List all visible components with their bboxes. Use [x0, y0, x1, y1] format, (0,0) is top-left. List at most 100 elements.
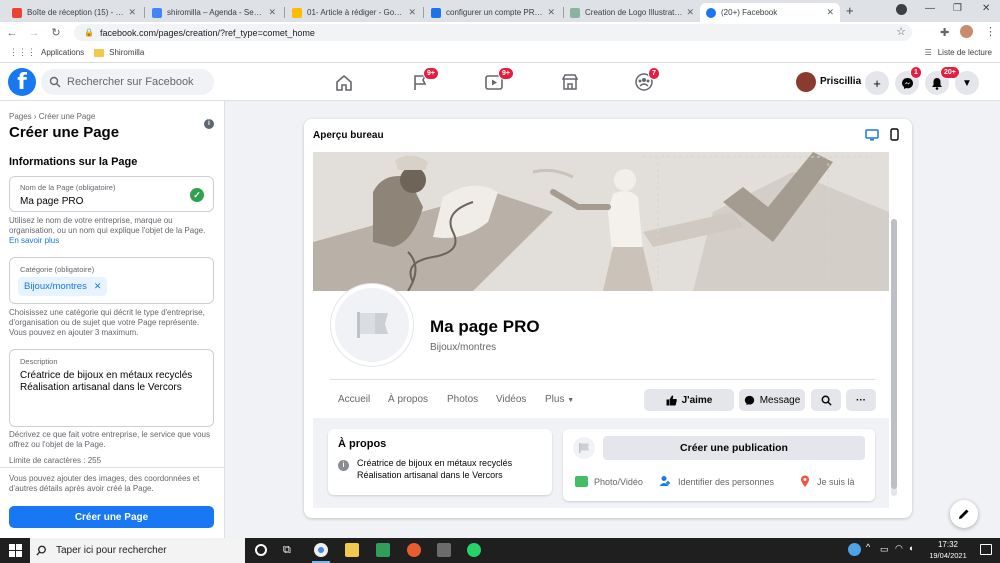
mobile-view-icon[interactable] [890, 128, 899, 144]
facebook-search-input[interactable]: Rechercher sur Facebook [41, 69, 214, 95]
restore-button[interactable]: ❐ [953, 3, 962, 14]
reload-icon[interactable]: ↻ [48, 26, 64, 39]
cortana-icon[interactable] [255, 544, 267, 556]
tag-people-button[interactable]: Identifier des personnes [678, 477, 774, 487]
groups-badge: 7 [648, 67, 660, 80]
description-field[interactable]: Description Créatrice de bijoux en métau… [9, 349, 214, 427]
minimize-button[interactable]: — [925, 3, 935, 14]
forward-icon[interactable]: → [26, 27, 42, 39]
check-in-icon [800, 475, 810, 491]
page-title: Créer une Page [9, 124, 120, 141]
create-post-button[interactable]: Créer une publication [603, 436, 865, 460]
section-title: Informations sur la Page [9, 156, 138, 168]
tab-title: 01- Article à rédiger - Google [307, 8, 405, 17]
whatsapp-icon[interactable] [467, 543, 481, 557]
tab-home[interactable]: Accueil [338, 394, 370, 405]
page-name-value: Ma page PRO [20, 196, 84, 207]
apps-icon: ⋮⋮⋮ [9, 47, 36, 57]
photos-icon[interactable] [437, 543, 451, 557]
check-in-button[interactable]: Je suis là [817, 477, 855, 487]
close-icon[interactable]: ✕ [268, 7, 276, 18]
extensions-icon[interactable]: ✚ [940, 26, 949, 39]
browser-tab-bar: Boîte de réception (15) - conta ✕ shirom… [0, 0, 1000, 22]
divider [330, 379, 875, 380]
category-field[interactable]: Catégorie (obligatoire) Bijoux/montres ✕ [9, 257, 214, 304]
marketplace-icon[interactable] [550, 69, 590, 95]
bookmark-shiromilla[interactable]: Shiromilla [109, 48, 144, 57]
more-options-button[interactable]: ··· [846, 389, 876, 411]
browser-tab-article[interactable]: configurer un compte PRO sur ✕ [425, 3, 561, 22]
help-icon[interactable] [848, 543, 861, 556]
network-icon[interactable]: ◠ [895, 543, 903, 554]
search-page-button[interactable] [811, 389, 841, 411]
remove-chip-icon[interactable]: ✕ [94, 281, 102, 292]
tag-people-icon [659, 475, 670, 487]
bookmark-star-icon[interactable]: ☆ [896, 25, 906, 38]
close-icon[interactable]: ✕ [408, 7, 416, 18]
account-menu-caret-icon[interactable]: ▼ [955, 71, 979, 95]
breadcrumb[interactable]: Pages › Créer une Page [9, 112, 95, 121]
volume-icon[interactable]: ◖ [908, 543, 913, 553]
app-icon[interactable] [407, 543, 421, 557]
profile-picture[interactable] [330, 283, 414, 367]
home-icon[interactable] [324, 69, 364, 95]
close-icon[interactable]: ✕ [547, 7, 555, 18]
close-icon[interactable]: ✕ [826, 7, 834, 18]
notification-center-icon[interactable] [980, 544, 992, 555]
tab-search-icon[interactable] [896, 4, 907, 15]
tab-photos[interactable]: Photos [447, 394, 478, 405]
taskbar-search-input[interactable]: Taper ici pour rechercher [30, 538, 245, 563]
new-tab-button[interactable]: + [846, 3, 854, 18]
menu-dots-icon[interactable]: ⋮ [985, 25, 996, 38]
facebook-logo[interactable]: f [8, 68, 36, 96]
learn-more-link[interactable]: En savoir plus [9, 236, 59, 245]
preview-scrollbar[interactable] [891, 219, 897, 496]
info-icon: i [338, 460, 349, 471]
chrome-icon[interactable] [314, 543, 328, 557]
battery-icon[interactable]: ▭ [880, 544, 889, 555]
calendar-icon [152, 7, 162, 18]
info-icon[interactable]: i [204, 119, 214, 129]
profile-avatar[interactable] [960, 25, 973, 38]
close-icon[interactable]: ✕ [128, 7, 136, 18]
tab-more[interactable]: Plus ▼ [545, 394, 574, 405]
browser-tab-gmail[interactable]: Boîte de réception (15) - conta ✕ [6, 3, 142, 22]
category-label: Catégorie (obligatoire) [20, 265, 95, 274]
page-name-field[interactable]: Nom de la Page (obligatoire) Ma page PRO… [9, 176, 214, 212]
clock-date[interactable]: 19/04/2021 [926, 551, 970, 560]
thumbs-up-icon [666, 395, 677, 405]
message-button[interactable]: Message [739, 389, 805, 411]
tab-videos[interactable]: Vidéos [496, 394, 526, 405]
like-button[interactable]: J'aime [644, 389, 734, 411]
store-icon[interactable] [376, 543, 390, 557]
browser-tab-drive[interactable]: 01- Article à rédiger - Google ✕ [286, 3, 422, 22]
profile-avatar[interactable] [796, 72, 816, 92]
tab-about[interactable]: À propos [388, 394, 428, 405]
drive-icon [292, 7, 302, 18]
windows-start-icon[interactable] [9, 544, 22, 557]
url-bar[interactable]: 🔒 facebook.com/pages/creation/?ref_type=… [74, 24, 912, 41]
browser-tab-facebook[interactable]: (20+) Facebook ✕ [700, 3, 840, 22]
tab-more-label: Plus [545, 394, 565, 405]
category-chip[interactable]: Bijoux/montres ✕ [18, 277, 108, 296]
browser-tab-calendar[interactable]: shiromilla – Agenda - Semaine ✕ [146, 3, 282, 22]
bookmark-apps[interactable]: Applications [41, 48, 84, 57]
back-icon[interactable]: ← [4, 27, 20, 39]
browser-tab-logo[interactable]: Creation de Logo Illustration | ✕ [564, 3, 700, 22]
scroll-thumb[interactable] [891, 219, 897, 489]
create-plus-button[interactable]: + [865, 71, 889, 95]
new-message-button[interactable] [950, 500, 978, 528]
tray-chevron-icon[interactable]: ^ [866, 542, 870, 552]
profile-name[interactable]: Priscillia [820, 76, 861, 87]
task-view-icon[interactable]: ⧉ [283, 544, 291, 557]
close-icon[interactable]: ✕ [686, 7, 694, 18]
file-explorer-icon[interactable] [345, 543, 359, 557]
create-page-button[interactable]: Créer une Page [9, 506, 214, 528]
reading-list[interactable]: Liste de lecture [938, 48, 992, 57]
clock-time[interactable]: 17:32 [928, 540, 968, 549]
photo-video-icon [575, 476, 588, 487]
photo-video-button[interactable]: Photo/Vidéo [594, 477, 643, 487]
tab-title: Creation de Logo Illustration | [585, 8, 683, 17]
close-window-button[interactable]: ✕ [982, 3, 990, 14]
desktop-view-icon[interactable] [865, 129, 879, 144]
